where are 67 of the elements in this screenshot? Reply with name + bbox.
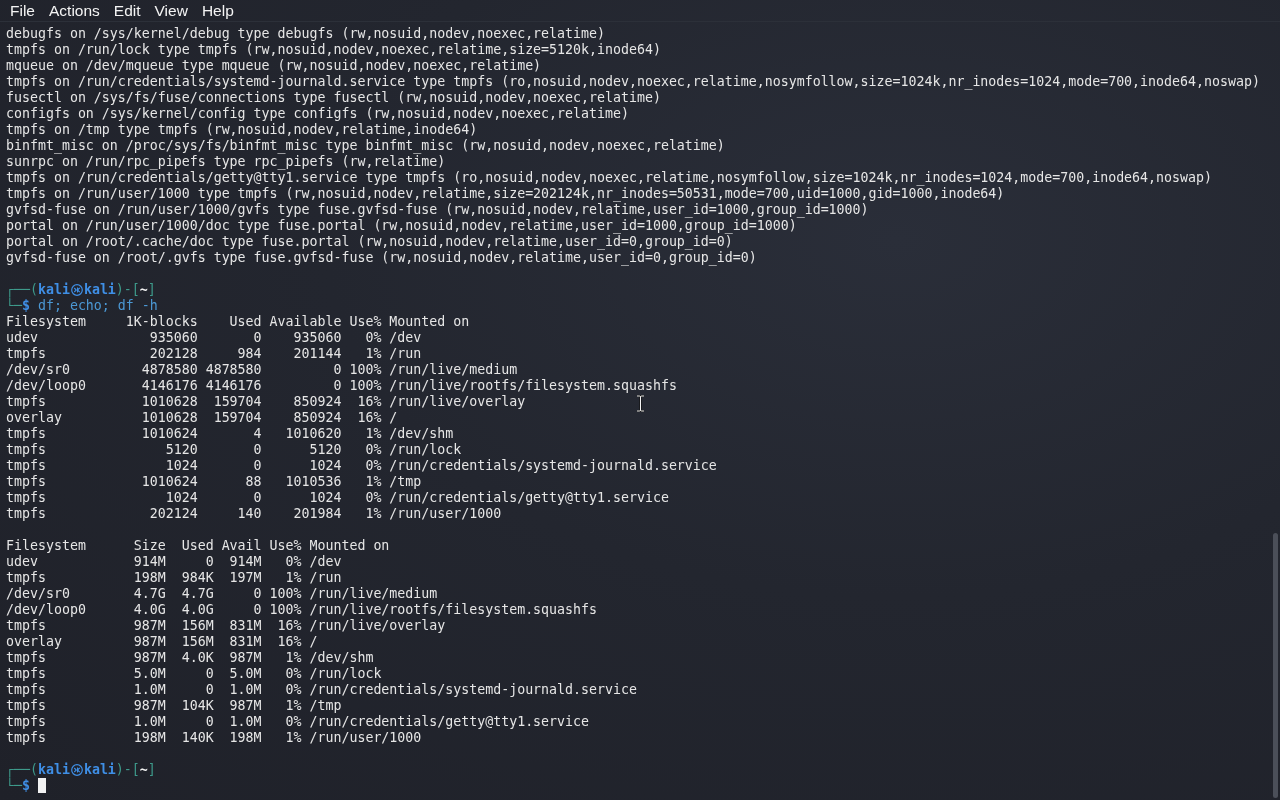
output-line: tmpfs 202124 140 201984 1% /run/user/1000 <box>6 506 502 522</box>
command-text: df; echo; df -h <box>37 298 158 313</box>
output-line: tmpfs 198M 984K 197M 1% /run <box>6 570 342 586</box>
output-line: debugfs on /sys/kernel/debug type debugfs (rw,nosuid,nodev,noexec,relatime) <box>6 26 605 42</box>
output-line: /dev/loop0 4.0G 4.0G 0 100% /run/live/rootfs/filesystem.squashfs <box>6 602 597 618</box>
output-line: /dev/sr0 4878580 4878580 0 100% /run/live/medium <box>6 362 518 378</box>
circle-emblem-icon <box>70 764 83 776</box>
output-line: tmpfs 1010624 4 1010620 1% /dev/shm <box>6 426 454 442</box>
output-line: tmpfs on /run/lock type tmpfs (rw,nosuid,nodev,noexec,relatime,size=5120k,inode64) <box>6 42 661 58</box>
circle-emblem-icon <box>70 284 83 296</box>
output-line: tmpfs on /run/credentials/systemd-journald.service type tmpfs (ro,nosuid,nodev,noexec,relatime,nosymfollow,size=1024k,nr_inodes=1024,mode=700,inode64,noswap) <box>6 74 1260 90</box>
prompt-frame: ] <box>147 762 156 777</box>
output-line: tmpfs 987M 104K 987M 1% /tmp <box>6 698 342 714</box>
prompt-user: kali <box>37 762 70 777</box>
output-line: Filesystem Size Used Avail Use% Mounted on <box>6 538 390 554</box>
output-line: gvfsd-fuse on /root/.gvfs type fuse.gvfsd-fuse (rw,nosuid,nodev,relatime,user_id=0,group_id=0) <box>6 250 757 266</box>
output-line: Filesystem 1K-blocks Used Available Use% Mounted on <box>6 314 470 330</box>
prompt-frame: )-[ <box>115 282 140 297</box>
prompt-frame: └─ <box>6 298 22 313</box>
output-line: mqueue on /dev/mqueue type mqueue (rw,nosuid,nodev,noexec,relatime) <box>6 58 542 74</box>
menu-item[interactable]: Help <box>194 1 241 21</box>
output-line: tmpfs 5120 0 5120 0% /run/lock <box>6 442 462 458</box>
output-line: tmpfs 1024 0 1024 0% /run/credentials/systemd-journald.service <box>6 458 717 474</box>
menu-item[interactable]: View <box>147 1 195 21</box>
output-line: configfs on /sys/kernel/config type configfs (rw,nosuid,nodev,noexec,relatime) <box>6 106 629 122</box>
prompt-host: kali <box>83 762 116 777</box>
prompt-frame: ┌──( <box>6 282 38 297</box>
prompt-symbol: $ <box>22 778 30 793</box>
output-line: tmpfs 1024 0 1024 0% /run/credentials/getty@tty1.service <box>6 490 669 506</box>
output-line: tmpfs 202128 984 201144 1% /run <box>6 346 422 362</box>
prompt-directory: ~ <box>139 762 148 777</box>
output-line: binfmt_misc on /proc/sys/fs/binfmt_misc type binfmt_misc (rw,nosuid,nodev,noexec,relatime) <box>6 138 725 154</box>
prompt-frame: └─ <box>6 778 22 793</box>
output-line: sunrpc on /run/rpc_pipefs type rpc_pipefs (rw,relatime) <box>6 154 446 170</box>
output-line: portal on /root/.cache/doc type fuse.portal (rw,nosuid,nodev,relatime,user_id=0,group_id=0) <box>6 234 733 250</box>
output-line: tmpfs 987M 4.0K 987M 1% /dev/shm <box>6 650 374 666</box>
output-line: overlay 987M 156M 831M 16% / <box>6 634 318 650</box>
prompt-user: kali <box>37 282 70 297</box>
output-line: tmpfs 987M 156M 831M 16% /run/live/overlay <box>6 618 446 634</box>
output-line: overlay 1010628 159704 850924 16% / <box>6 410 398 426</box>
output-line: portal on /run/user/1000/doc type fuse.portal (rw,nosuid,nodev,relatime,user_id=1000,group_id=1000) <box>6 218 797 234</box>
menu-item[interactable]: Actions <box>42 1 107 21</box>
output-line: tmpfs on /run/credentials/getty@tty1.service type tmpfs (ro,nosuid,nodev,noexec,relatime,nosymfollow,size=1024k,nr_inodes=1024,mode=700,inode64,noswap) <box>6 170 1212 186</box>
output-line: tmpfs on /tmp type tmpfs (rw,nosuid,nodev,relatime,inode64) <box>6 122 478 138</box>
output-line: udev 914M 0 914M 0% /dev <box>6 554 342 570</box>
prompt-frame: )-[ <box>115 762 140 777</box>
output-line: fusectl on /sys/fs/fuse/connections type fusectl (rw,nosuid,nodev,noexec,relatime) <box>6 90 661 106</box>
output-line: tmpfs 1010624 88 1010536 1% /tmp <box>6 474 422 490</box>
output-line: gvfsd-fuse on /run/user/1000/gvfs type fuse.gvfsd-fuse (rw,nosuid,nodev,relatime,user_id=1000,group_id=1000) <box>6 202 869 218</box>
prompt-directory: ~ <box>139 282 148 297</box>
output-line: /dev/loop0 4146176 4146176 0 100% /run/live/rootfs/filesystem.squashfs <box>6 378 677 394</box>
output-line: tmpfs 1.0M 0 1.0M 0% /run/credentials/getty@tty1.service <box>6 714 590 730</box>
output-line: tmpfs 1.0M 0 1.0M 0% /run/credentials/systemd-journald.service <box>6 682 637 698</box>
output-line: tmpfs 5.0M 0 5.0M 0% /run/lock <box>6 666 382 682</box>
output-line: tmpfs 198M 140K 198M 1% /run/user/1000 <box>6 730 422 746</box>
menu-item[interactable]: File <box>3 1 42 21</box>
output-line: tmpfs 1010628 159704 850924 16% /run/live/overlay <box>6 394 526 410</box>
prompt-frame: ] <box>147 282 156 297</box>
output-line: udev 935060 0 935060 0% /dev <box>6 330 422 346</box>
text-cursor-icon <box>636 395 645 412</box>
prompt-frame: ┌──( <box>6 762 38 777</box>
prompt-symbol: $ <box>22 298 30 313</box>
prompt-host: kali <box>83 282 116 297</box>
menu-item[interactable]: Edit <box>106 1 148 21</box>
scrollbar-thumb[interactable] <box>1273 533 1278 798</box>
output-line: /dev/sr0 4.7G 4.7G 0 100% /run/live/medium <box>6 586 438 602</box>
output-line: tmpfs on /run/user/1000 type tmpfs (rw,nosuid,nodev,relatime,size=202124k,nr_inodes=50531,mode=700,uid=1000,gid=1000,inode64) <box>6 186 1005 202</box>
